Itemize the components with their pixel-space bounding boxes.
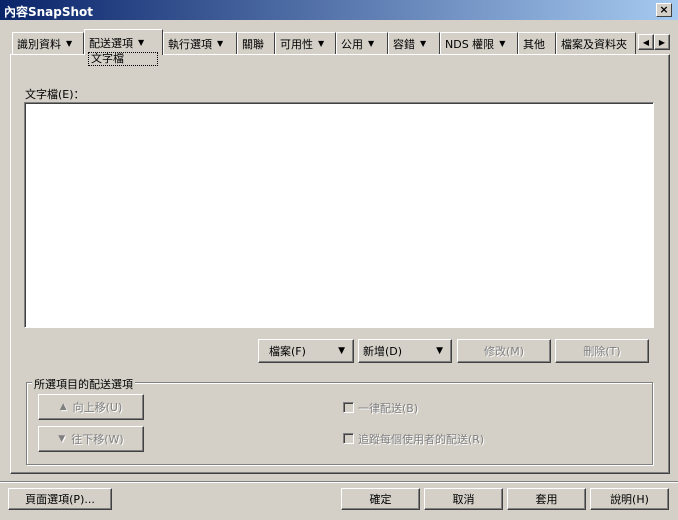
tab-common[interactable]: 公用 ▼ <box>336 32 388 54</box>
move-up-button[interactable]: ▲ 向上移(U) <box>38 394 144 420</box>
apply-button[interactable]: 套用 <box>507 488 586 510</box>
tab-scroll-left-button[interactable]: ◀ <box>638 34 654 50</box>
arrow-up-icon: ▲ <box>59 402 67 412</box>
group-label: 所選項目的配送選項 <box>32 376 135 392</box>
delete-button[interactable]: 刪除(T) <box>555 339 649 363</box>
dropdown-arrow-icon: ▼ <box>138 38 145 47</box>
tab-identification[interactable]: 識別資料 ▼ <box>12 32 84 54</box>
dropdown-arrow-icon: ▼ <box>66 39 73 48</box>
text-files-label: 文字檔(E)： <box>25 88 85 101</box>
tab-nds-rights[interactable]: NDS 權限 ▼ <box>440 32 518 54</box>
always-distribute-label: 一律配送(B) <box>358 402 419 415</box>
arrow-right-icon: ▶ <box>658 37 666 47</box>
tab-associations[interactable]: 關聯 <box>237 32 275 54</box>
footer-separator <box>0 481 678 483</box>
tab-scroll-right-button[interactable]: ▶ <box>654 34 670 50</box>
active-subpage-label[interactable]: 文字檔 <box>88 52 158 66</box>
ok-button[interactable]: 確定 <box>341 488 420 510</box>
title-bar <box>0 0 678 20</box>
close-button[interactable]: × <box>656 3 672 17</box>
dropdown-arrow-icon: ▼ <box>217 39 224 48</box>
dropdown-arrow-icon: ▼ <box>368 39 375 48</box>
cancel-button[interactable]: 取消 <box>424 488 503 510</box>
tab-files-folders[interactable]: 檔案及資料夾 <box>556 32 636 54</box>
always-distribute-checkbox[interactable] <box>343 402 354 413</box>
close-icon: × <box>659 3 669 16</box>
dropdown-arrow-icon: ▼ <box>318 39 325 48</box>
window-title: 內容SnapShot <box>4 5 94 19</box>
add-button[interactable]: 新增(D) ▼ <box>358 339 452 363</box>
move-down-button[interactable]: ▼ 往下移(W) <box>38 426 144 452</box>
tab-other[interactable]: 其他 <box>518 32 556 54</box>
dropdown-arrow-icon: ▼ <box>338 346 345 356</box>
dropdown-arrow-icon: ▼ <box>420 39 427 48</box>
arrow-down-icon: ▼ <box>58 434 66 444</box>
track-per-user-checkbox[interactable] <box>343 433 354 444</box>
modify-button[interactable]: 修改(M) <box>457 339 551 363</box>
text-files-list[interactable] <box>24 102 654 328</box>
tab-fault-tolerance[interactable]: 容錯 ▼ <box>388 32 440 54</box>
dropdown-arrow-icon: ▼ <box>436 346 443 356</box>
file-button[interactable]: 檔案(F) ▼ <box>258 339 354 363</box>
track-per-user-label: 追蹤每個使用者的配送(R) <box>358 433 485 446</box>
tab-run-options[interactable]: 執行選項 ▼ <box>163 32 237 54</box>
tab-availability[interactable]: 可用性 ▼ <box>275 32 336 54</box>
help-button[interactable]: 說明(H) <box>590 488 669 510</box>
dropdown-arrow-icon: ▼ <box>499 39 506 48</box>
page-options-button[interactable]: 頁面選項(P)... <box>8 488 112 510</box>
arrow-left-icon: ◀ <box>642 37 650 47</box>
